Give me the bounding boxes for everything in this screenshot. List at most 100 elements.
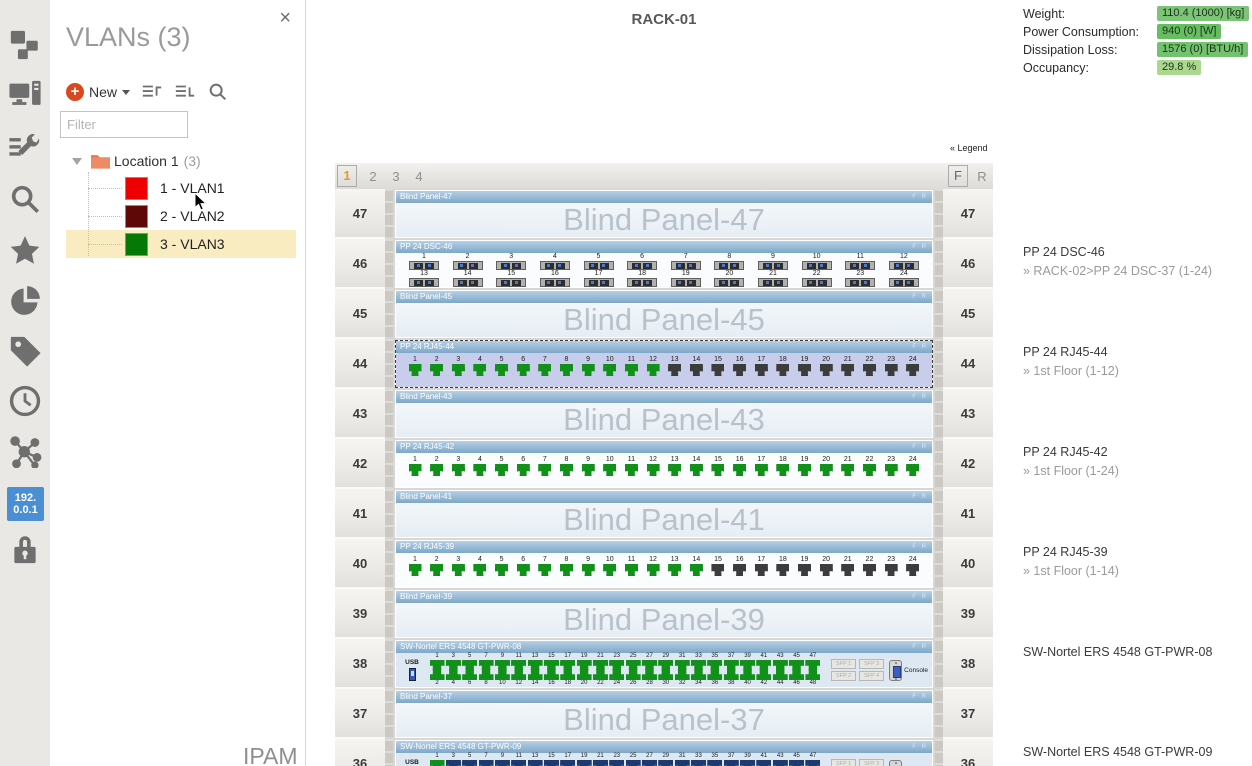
- rj45-port[interactable]: [724, 760, 739, 766]
- rj45-port[interactable]: [841, 464, 854, 476]
- rj45-port[interactable]: [479, 670, 494, 680]
- console-port[interactable]: [889, 760, 902, 766]
- rack-tab-2[interactable]: 2: [366, 169, 380, 184]
- tree-node-location[interactable]: Location 1 (3): [50, 148, 306, 174]
- rj45-port[interactable]: [707, 660, 722, 670]
- rj45-port[interactable]: [625, 564, 638, 576]
- rj45-port[interactable]: [495, 760, 510, 766]
- rj45-port[interactable]: [462, 760, 477, 766]
- rj45-port[interactable]: [642, 670, 657, 680]
- rj45-port[interactable]: [658, 760, 673, 766]
- fiber-duplex-port[interactable]: [540, 261, 570, 270]
- fiber-duplex-port[interactable]: [845, 278, 875, 287]
- rj45-port[interactable]: [789, 760, 804, 766]
- rj45-port[interactable]: [626, 660, 641, 670]
- rack-device-switch[interactable]: SW-Nortel ERS 4548 GT-PWR-09F RUSB123456…: [395, 740, 933, 766]
- rj45-port[interactable]: [820, 364, 833, 376]
- rj45-port[interactable]: [409, 464, 422, 476]
- rj45-port[interactable]: [609, 760, 624, 766]
- rack-device-blind[interactable]: Blind Panel-39F RBlind Panel-39: [395, 590, 933, 638]
- fiber-duplex-port[interactable]: [409, 261, 439, 270]
- rj45-port[interactable]: [863, 464, 876, 476]
- fiber-duplex-port[interactable]: [627, 261, 657, 270]
- rj45-port[interactable]: [593, 660, 608, 670]
- rj45-port[interactable]: [690, 464, 703, 476]
- close-icon[interactable]: ×: [279, 8, 291, 28]
- lock-icon[interactable]: [8, 532, 42, 566]
- rack-device-switch[interactable]: SW-Nortel ERS 4548 GT-PWR-08F RUSB123456…: [395, 640, 933, 688]
- rj45-port[interactable]: [626, 760, 641, 766]
- rj45-port[interactable]: [609, 670, 624, 680]
- rj45-port[interactable]: [906, 464, 919, 476]
- rj45-port[interactable]: [452, 364, 465, 376]
- rj45-port[interactable]: [691, 660, 706, 670]
- fiber-duplex-port[interactable]: [627, 278, 657, 287]
- rj45-port[interactable]: [609, 660, 624, 670]
- rj45-port[interactable]: [511, 660, 526, 670]
- rack-device-fiber[interactable]: PP 24 DSC-46F R1234567891011121314151617…: [395, 240, 933, 288]
- rj45-port[interactable]: [511, 670, 526, 680]
- rj45-port[interactable]: [495, 660, 510, 670]
- rj45-port[interactable]: [675, 760, 690, 766]
- new-button[interactable]: + New: [66, 83, 130, 101]
- fiber-duplex-port[interactable]: [714, 278, 744, 287]
- rj45-port[interactable]: [528, 760, 543, 766]
- rack-view-tab-R[interactable]: R: [975, 169, 989, 184]
- tag-icon[interactable]: [8, 334, 42, 368]
- rj45-port[interactable]: [841, 564, 854, 576]
- rj45-port[interactable]: [776, 564, 789, 576]
- rj45-port[interactable]: [658, 670, 673, 680]
- rj45-port[interactable]: [582, 364, 595, 376]
- rj45-port[interactable]: [863, 364, 876, 376]
- rj45-port[interactable]: [544, 660, 559, 670]
- rj45-port[interactable]: [690, 564, 703, 576]
- rj45-port[interactable]: [517, 364, 530, 376]
- rj45-port[interactable]: [675, 670, 690, 680]
- rj45-port[interactable]: [711, 464, 724, 476]
- collapse-triangle-icon[interactable]: [72, 158, 82, 165]
- rj45-port[interactable]: [906, 364, 919, 376]
- rj45-port[interactable]: [479, 760, 494, 766]
- fiber-duplex-port[interactable]: [540, 278, 570, 287]
- expand-all-icon[interactable]: [141, 81, 163, 103]
- rack-device-blind[interactable]: Blind Panel-41F RBlind Panel-41: [395, 490, 933, 538]
- rj45-port[interactable]: [473, 464, 486, 476]
- rj45-port[interactable]: [560, 364, 573, 376]
- rj45-port[interactable]: [733, 464, 746, 476]
- rj45-port[interactable]: [690, 364, 703, 376]
- rj45-port[interactable]: [740, 760, 755, 766]
- pie-chart-icon[interactable]: [8, 284, 42, 318]
- rj45-port[interactable]: [495, 464, 508, 476]
- rj45-port[interactable]: [517, 564, 530, 576]
- rj45-port[interactable]: [577, 760, 592, 766]
- rj45-port[interactable]: [462, 660, 477, 670]
- rj45-port[interactable]: [560, 760, 575, 766]
- rj45-port[interactable]: [740, 660, 755, 670]
- rack-device-blind[interactable]: Blind Panel-37F RBlind Panel-37: [395, 690, 933, 738]
- rj45-port[interactable]: [625, 364, 638, 376]
- fiber-duplex-port[interactable]: [802, 278, 832, 287]
- rj45-port[interactable]: [776, 464, 789, 476]
- console-port[interactable]: [889, 660, 902, 681]
- fiber-duplex-port[interactable]: [409, 278, 439, 287]
- rj45-port[interactable]: [707, 670, 722, 680]
- legend-toggle[interactable]: « Legend: [950, 143, 988, 153]
- rj45-port[interactable]: [773, 660, 788, 670]
- rj45-port[interactable]: [789, 660, 804, 670]
- fiber-duplex-port[interactable]: [453, 261, 483, 270]
- rack-device-rj45[interactable]: PP 24 RJ45-42F R123456789101112131415161…: [395, 440, 933, 488]
- rj45-port[interactable]: [733, 564, 746, 576]
- filter-input[interactable]: [60, 111, 188, 138]
- rj45-port[interactable]: [755, 364, 768, 376]
- rj45-port[interactable]: [544, 670, 559, 680]
- rj45-port[interactable]: [473, 564, 486, 576]
- rj45-port[interactable]: [593, 760, 608, 766]
- rj45-port[interactable]: [906, 564, 919, 576]
- rj45-port[interactable]: [798, 564, 811, 576]
- rj45-port[interactable]: [841, 364, 854, 376]
- rj45-port[interactable]: [603, 564, 616, 576]
- rj45-port[interactable]: [740, 670, 755, 680]
- rj45-port[interactable]: [625, 464, 638, 476]
- rj45-port[interactable]: [446, 760, 461, 766]
- fiber-duplex-port[interactable]: [845, 261, 875, 270]
